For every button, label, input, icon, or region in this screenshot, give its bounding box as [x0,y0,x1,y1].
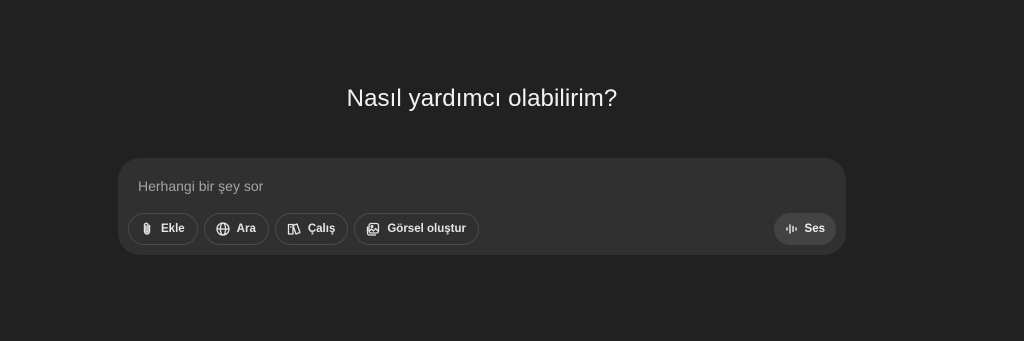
image-icon [365,221,381,237]
study-button[interactable]: Çalış [274,213,349,245]
voice-mode-button[interactable]: Ses [773,213,836,245]
search-button[interactable]: Ara [203,213,269,245]
attach-button[interactable]: Ekle [128,213,198,245]
globe-icon [215,221,231,237]
voice-mode-label: Ses [804,223,825,235]
chat-home: Nasıl yardımcı olabilirim? Ekle [0,0,1024,341]
create-image-button[interactable]: Görsel oluştur [354,213,479,245]
paperclip-icon [139,221,155,237]
book-icon [286,221,302,237]
create-image-button-label: Görsel oluştur [387,223,466,235]
message-composer: Ekle Ara [118,158,846,255]
study-button-label: Çalış [307,223,336,235]
page-title: Nasıl yardımcı olabilirim? [346,85,618,112]
prompt-input[interactable] [138,174,798,198]
audio-waveform-icon [784,221,800,237]
search-button-label: Ara [236,223,256,235]
composer-toolbar: Ekle Ara Çalış Görsel oluştur [128,213,479,245]
attach-button-label: Ekle [161,223,185,235]
